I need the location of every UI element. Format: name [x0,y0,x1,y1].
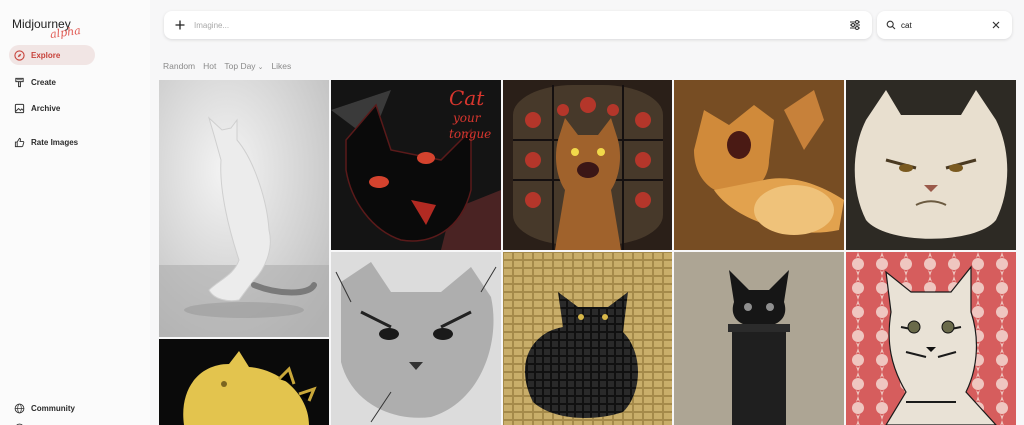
sidebar-item-archive[interactable]: Archive [9,98,95,118]
search-bar [877,11,1012,39]
image-tile[interactable] [846,252,1016,425]
image-tile[interactable] [331,252,501,425]
search-input[interactable] [901,20,991,30]
sidebar-item-label: Community [31,403,75,413]
plus-icon[interactable] [174,19,186,31]
poster-title: Cat [449,86,485,110]
image-tile[interactable] [503,252,672,425]
grumpy-white-cat-image [846,80,1016,250]
sidebar-item-label: Archive [31,103,61,113]
image-tile[interactable] [674,252,844,425]
imagine-input[interactable] [194,20,848,30]
logo-alpha-tag: alpha [49,23,82,42]
damask-tabby-cat-image [846,252,1016,425]
tab-random[interactable]: Random [163,61,195,71]
charcoal-sketch-cat-image [331,252,501,425]
porcelain-cat-image [159,80,329,337]
compass-icon [14,49,25,61]
close-icon[interactable] [991,20,1001,30]
sidebar-item-community[interactable]: Community [9,398,95,418]
tab-likes[interactable]: Likes [271,61,291,71]
chevron-down-icon: ⌄ [257,64,264,71]
sidebar-item-rate-images[interactable]: Rate Images [9,132,101,152]
stained-glass-cat-image [503,80,672,250]
poster-cat-image: Cat your tongue [331,80,501,250]
sidebar-item-create[interactable]: Create [9,72,95,92]
mosaic-cat-image [503,252,672,425]
tab-top-day[interactable]: Top Day ⌄ [224,61,263,71]
image-tile[interactable]: Cat your tongue [331,80,501,250]
poster-line-2: your [452,111,482,125]
cat-in-jar-image [674,252,844,425]
globe-icon [14,403,25,414]
sidebar-item-label: Rate Images [31,137,79,147]
sidebar: Midjourney alpha Explore Create Archive [0,0,150,425]
app-root: Midjourney alpha Explore Create Archive [0,0,1024,425]
image-tile[interactable] [846,80,1016,250]
search-icon [886,20,896,30]
sort-tabs: Random Hot Top Day ⌄ Likes [163,61,291,71]
sidebar-item-label: Create [31,77,56,87]
sidebar-item-label: Explore [31,50,61,60]
image-tile[interactable] [159,80,329,337]
image-tile[interactable] [674,80,844,250]
sidebar-item-explore[interactable]: Explore [9,45,95,65]
image-grid: Cat your tongue [159,80,1016,425]
logo[interactable]: Midjourney alpha [12,17,82,41]
thumbs-up-icon [14,137,25,148]
sidebar-item-partial[interactable] [9,418,95,425]
brush-icon [14,77,25,88]
tab-hot[interactable]: Hot [203,61,216,71]
poster-line-3: tongue [449,127,491,141]
prompt-bar [164,11,872,39]
sliders-icon[interactable] [848,18,862,32]
image-tile[interactable] [503,80,672,250]
image-icon [14,103,25,114]
image-tile[interactable] [159,339,329,425]
tab-top-day-label: Top Day [224,61,256,71]
yellow-cat-figure-image [159,339,329,425]
yawning-orange-cat-image [674,80,844,250]
